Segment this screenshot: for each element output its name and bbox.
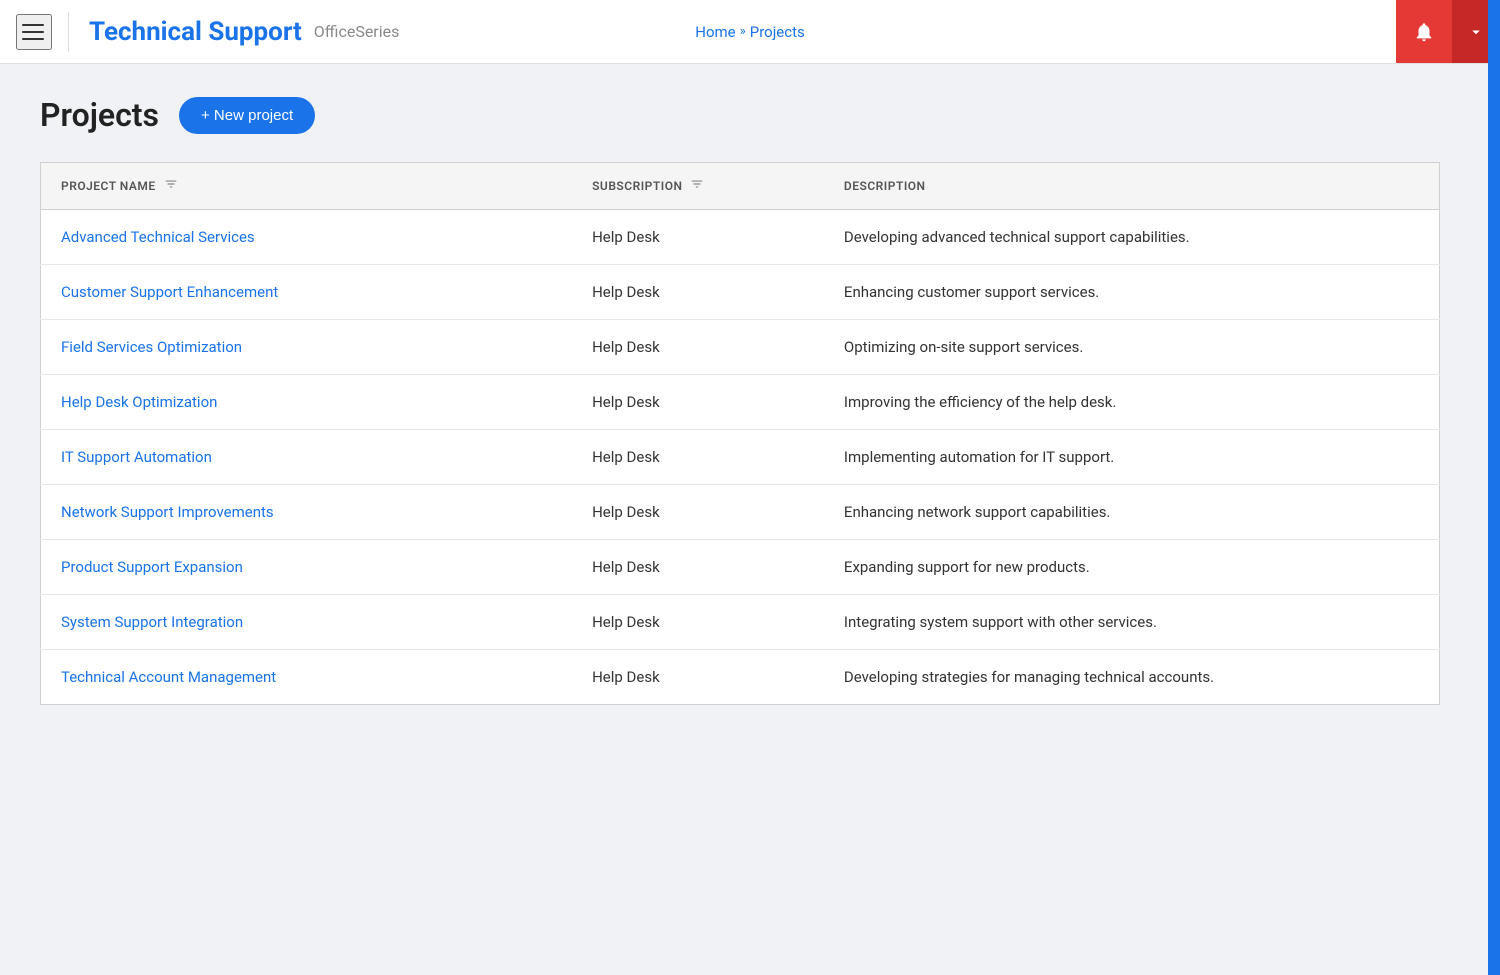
subscription-cell: Help Desk <box>572 265 824 320</box>
table-body: Advanced Technical ServicesHelp DeskDeve… <box>41 210 1440 705</box>
project-name-link[interactable]: Technical Account Management <box>61 668 276 686</box>
project-name-cell: Advanced Technical Services <box>41 210 573 265</box>
subscription-cell: Help Desk <box>572 210 824 265</box>
app-subtitle: OfficeSeries <box>314 22 400 41</box>
table-wrapper: PROJECT NAME SUBSCRIPTION <box>40 162 1440 705</box>
bell-icon <box>1413 21 1435 43</box>
table-row: Advanced Technical Services Help DeskDeve… <box>41 210 1440 265</box>
subscription-cell: Help Desk <box>572 595 824 650</box>
column-header-description: DESCRIPTION <box>824 163 1440 210</box>
subscription-cell: Help Desk <box>572 430 824 485</box>
table-header-row: PROJECT NAME SUBSCRIPTION <box>41 163 1440 210</box>
description-cell: Optimizing on-site support services. <box>824 320 1440 375</box>
project-name-cell: Customer Support Enhancement <box>41 265 573 320</box>
table-row: Field Services Optimization Help DeskOpti… <box>41 320 1440 375</box>
subscription-cell: Help Desk <box>572 320 824 375</box>
project-name-cell: IT Support Automation <box>41 430 573 485</box>
project-name-link[interactable]: Product Support Expansion <box>61 558 243 576</box>
breadcrumb: Home » Projects <box>695 23 804 41</box>
description-cell: Enhancing network support capabilities. <box>824 485 1440 540</box>
description-cell: Implementing automation for IT support. <box>824 430 1440 485</box>
hamburger-line-3 <box>22 38 44 40</box>
project-name-cell: Technical Account Management <box>41 650 573 705</box>
project-name-cell: Field Services Optimization <box>41 320 573 375</box>
project-name-filter-icon[interactable] <box>164 177 178 195</box>
page-header: Projects + New project <box>40 96 1460 134</box>
subscription-cell: Help Desk <box>572 650 824 705</box>
hamburger-line-1 <box>22 24 44 26</box>
table-row: System Support Integration Help DeskInteg… <box>41 595 1440 650</box>
projects-table: PROJECT NAME SUBSCRIPTION <box>40 162 1440 705</box>
sidebar-scrollbar-bar <box>1488 0 1500 975</box>
project-name-cell: Product Support Expansion <box>41 540 573 595</box>
project-name-link[interactable]: IT Support Automation <box>61 448 212 466</box>
project-name-link[interactable]: Customer Support Enhancement <box>61 283 278 301</box>
page-title: Projects <box>40 96 159 134</box>
subscription-filter-icon[interactable] <box>690 177 704 195</box>
hamburger-menu-button[interactable] <box>16 14 52 50</box>
project-name-cell: System Support Integration <box>41 595 573 650</box>
table-header: PROJECT NAME SUBSCRIPTION <box>41 163 1440 210</box>
breadcrumb-current: Projects <box>750 23 805 41</box>
description-cell: Improving the efficiency of the help des… <box>824 375 1440 430</box>
project-name-link[interactable]: Network Support Improvements <box>61 503 274 521</box>
main-content: Projects + New project PROJECT NAME <box>0 64 1500 737</box>
table-row: Product Support Expansion Help DeskExpand… <box>41 540 1440 595</box>
project-name-link[interactable]: Help Desk Optimization <box>61 393 217 411</box>
column-header-subscription: SUBSCRIPTION <box>572 163 824 210</box>
table-row: Customer Support Enhancement Help DeskEnh… <box>41 265 1440 320</box>
breadcrumb-separator: » <box>740 24 746 39</box>
project-name-cell: Help Desk Optimization <box>41 375 573 430</box>
description-cell: Enhancing customer support services. <box>824 265 1440 320</box>
subscription-cell: Help Desk <box>572 485 824 540</box>
header-actions <box>1396 0 1500 63</box>
hamburger-line-2 <box>22 31 44 33</box>
table-row: Help Desk Optimization Help DeskImproving… <box>41 375 1440 430</box>
table-row: Network Support Improvements Help DeskEnh… <box>41 485 1440 540</box>
table-row: Technical Account Management Help DeskDev… <box>41 650 1440 705</box>
header-divider <box>68 12 69 52</box>
project-name-link[interactable]: System Support Integration <box>61 613 243 631</box>
new-project-button-label: + New project <box>201 107 293 124</box>
column-header-project-name: PROJECT NAME <box>41 163 573 210</box>
table-row: IT Support Automation Help DeskImplementi… <box>41 430 1440 485</box>
breadcrumb-home[interactable]: Home <box>695 23 735 41</box>
subscription-cell: Help Desk <box>572 540 824 595</box>
new-project-button[interactable]: + New project <box>179 97 315 134</box>
project-name-link[interactable]: Field Services Optimization <box>61 338 242 356</box>
notification-button[interactable] <box>1396 0 1452 63</box>
app-header: Technical Support OfficeSeries Home » Pr… <box>0 0 1500 64</box>
description-cell: Expanding support for new products. <box>824 540 1440 595</box>
project-name-cell: Network Support Improvements <box>41 485 573 540</box>
project-name-link[interactable]: Advanced Technical Services <box>61 228 255 246</box>
description-cell: Developing advanced technical support ca… <box>824 210 1440 265</box>
app-title: Technical Support <box>89 17 302 47</box>
subscription-cell: Help Desk <box>572 375 824 430</box>
description-cell: Integrating system support with other se… <box>824 595 1440 650</box>
chevron-down-icon <box>1467 23 1485 41</box>
description-cell: Developing strategies for managing techn… <box>824 650 1440 705</box>
